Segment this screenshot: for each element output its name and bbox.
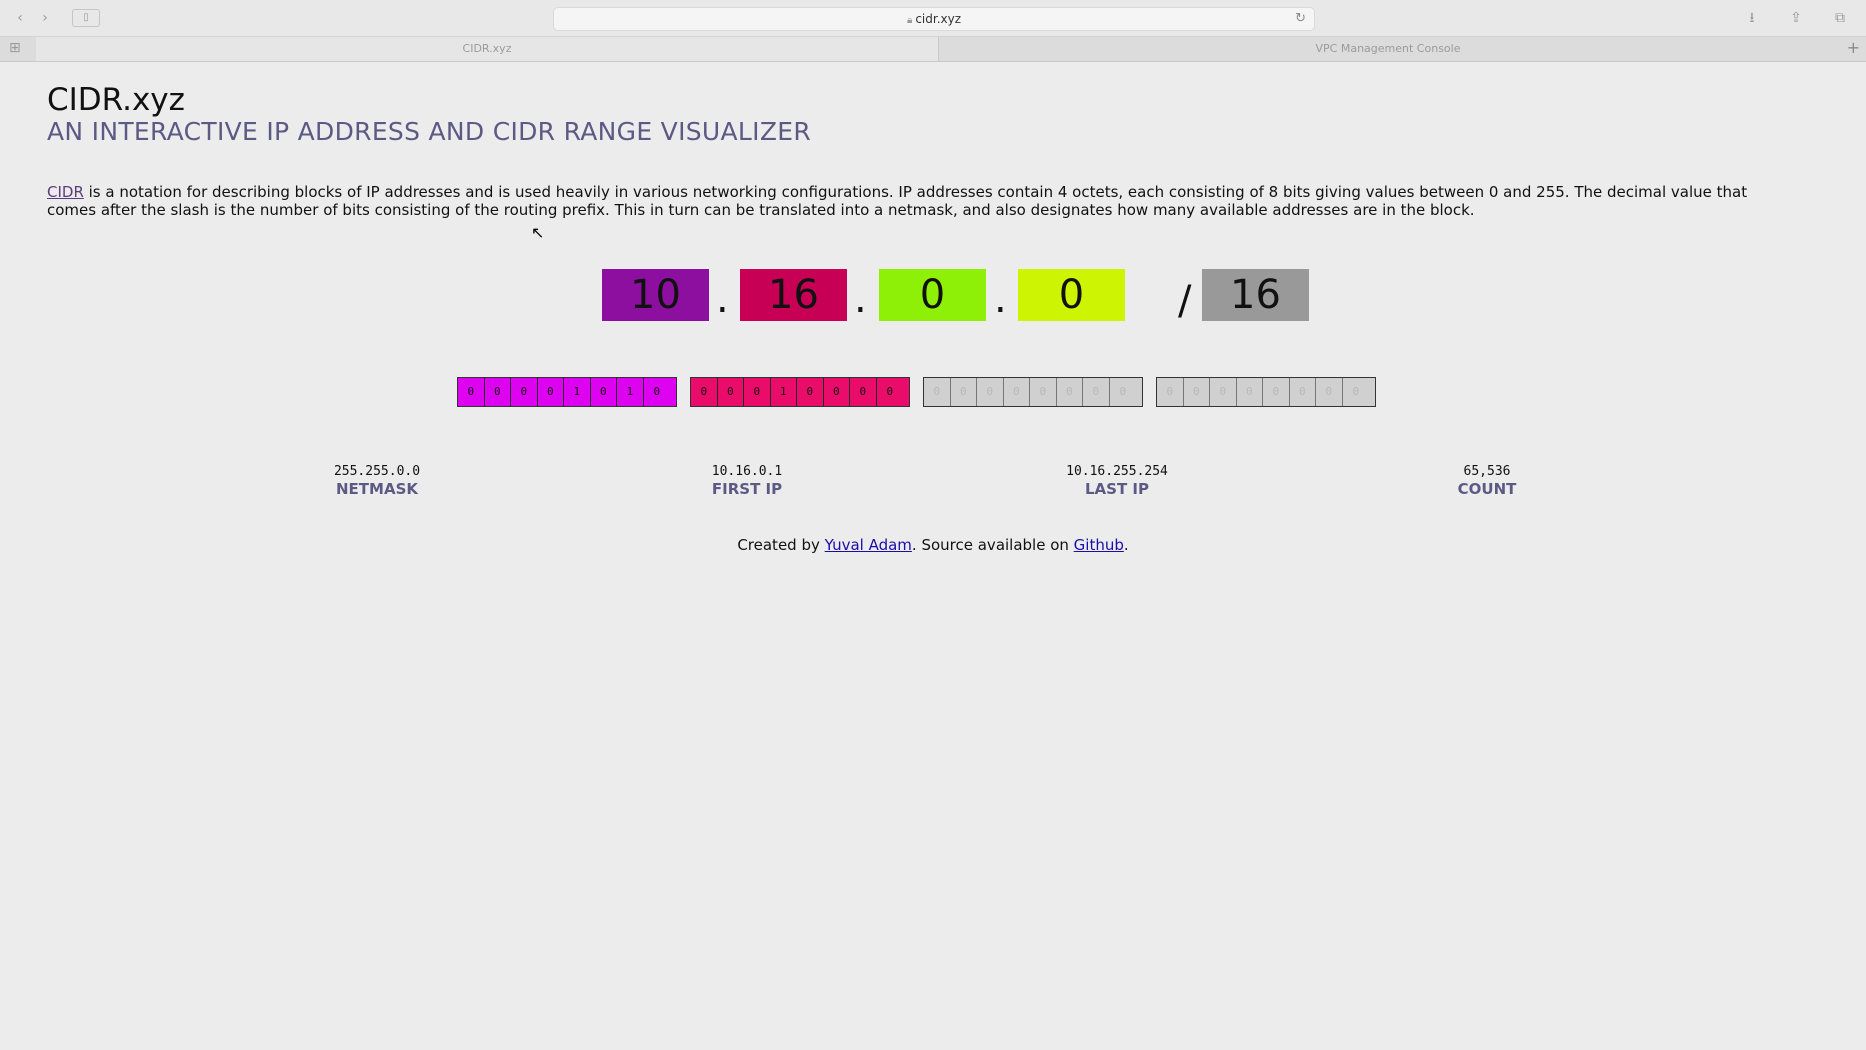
- author-link[interactable]: Yuval Adam: [825, 536, 912, 554]
- share-icon[interactable]: ⇪: [1785, 9, 1807, 27]
- octet-3[interactable]: 0: [879, 269, 986, 321]
- bit-group-octet-1: 00001010: [457, 377, 677, 407]
- bit-cell: 0: [485, 378, 511, 406]
- bit-cell: 0: [653, 385, 661, 398]
- last-ip-value: 10.16.255.254: [1066, 464, 1168, 479]
- tab-bar: ⊞ CIDR.xyz VPC Management Console +: [0, 37, 1866, 62]
- bit-cell: 0: [1210, 378, 1237, 406]
- bit-cell: 0: [977, 378, 1004, 406]
- bit-cell: 0: [1083, 378, 1110, 406]
- bit-cell: 0: [1119, 385, 1127, 398]
- first-ip-value: 10.16.0.1: [711, 464, 783, 479]
- last-ip-label: LAST IP: [1085, 480, 1149, 498]
- lock-icon: 🔒︎: [906, 15, 913, 26]
- bit-cell: 0: [538, 378, 564, 406]
- cidr-link[interactable]: CIDR: [47, 183, 84, 201]
- bit-cell: 1: [564, 378, 591, 406]
- first-ip-label: FIRST IP: [711, 480, 783, 498]
- intro-paragraph: CIDR is a notation for describing blocks…: [47, 183, 1777, 219]
- count-value: 65,536: [1463, 464, 1511, 479]
- back-icon[interactable]: ‹: [9, 9, 31, 27]
- download-icon[interactable]: ⭳: [1741, 9, 1763, 27]
- octet-4[interactable]: 0: [1018, 269, 1125, 321]
- page-title: CIDR.xyz: [47, 82, 185, 118]
- bit-cell: 0: [744, 378, 771, 406]
- bit-cell: 0: [1157, 378, 1184, 406]
- bit-cell: 0: [458, 378, 485, 406]
- bit-cell: 0: [1004, 378, 1030, 406]
- intro-text: is a notation for describing blocks of I…: [47, 183, 1748, 219]
- stat-last-ip: 10.16.255.254 LAST IP: [1017, 464, 1217, 498]
- count-label: COUNT: [1457, 480, 1517, 498]
- new-tab-icon[interactable]: +: [1847, 38, 1860, 57]
- netmask-value: 255.255.0.0: [333, 464, 421, 479]
- bit-cell: 0: [691, 378, 718, 406]
- bit-cell: 0: [1057, 378, 1083, 406]
- tab-label: CIDR.xyz: [462, 42, 512, 55]
- bit-group-octet-2: 00010000: [690, 377, 910, 407]
- bit-cell: 0: [951, 378, 977, 406]
- bit-cell: 1: [617, 378, 644, 406]
- bit-cell: 0: [1030, 378, 1057, 406]
- bit-cell: 0: [511, 378, 538, 406]
- octet-2[interactable]: 16: [740, 269, 847, 321]
- tab-cidr-xyz[interactable]: CIDR.xyz: [36, 37, 939, 61]
- stat-first-ip: 10.16.0.1 FIRST IP: [647, 464, 847, 498]
- bit-cell: 0: [850, 378, 877, 406]
- dot-separator: .: [854, 276, 867, 322]
- url-text: cidr.xyz: [915, 12, 962, 26]
- bit-cell: 0: [718, 378, 744, 406]
- page-subtitle: AN INTERACTIVE IP ADDRESS AND CIDR RANGE…: [47, 117, 812, 146]
- bit-cell: 0: [1290, 378, 1316, 406]
- reload-icon[interactable]: ↻: [1295, 8, 1306, 30]
- bit-cell: 0: [1263, 378, 1290, 406]
- footer-suffix: .: [1123, 536, 1129, 554]
- github-link[interactable]: Github: [1074, 536, 1124, 554]
- stat-netmask: 255.255.0.0 NETMASK: [277, 464, 477, 498]
- bit-cell: 0: [886, 385, 894, 398]
- bit-cell: 0: [1352, 385, 1360, 398]
- dot-separator: .: [994, 276, 1007, 322]
- bit-cell: 0: [1316, 378, 1343, 406]
- footer: Created by Yuval Adam. Source available …: [47, 536, 1819, 554]
- tab-vpc-console[interactable]: VPC Management Console: [938, 37, 1838, 61]
- bit-cell: 0: [1237, 378, 1263, 406]
- mouse-cursor-icon: ↖: [531, 223, 545, 242]
- bit-cell: 1: [771, 378, 797, 406]
- bit-cell: 0: [797, 378, 824, 406]
- bit-cell: 0: [1184, 378, 1210, 406]
- footer-prefix: Created by: [737, 536, 825, 554]
- bit-cell: 0: [824, 378, 850, 406]
- dot-separator: .: [716, 276, 729, 322]
- bit-cell: 0: [924, 378, 951, 406]
- address-bar[interactable]: 🔒︎ cidr.xyz ↻: [553, 7, 1315, 31]
- tab-label: VPC Management Console: [1315, 42, 1461, 55]
- prefix-length[interactable]: 16: [1202, 269, 1309, 321]
- slash-separator: /: [1178, 278, 1192, 324]
- tabs-overview-icon[interactable]: ⧉: [1829, 9, 1851, 27]
- bit-group-octet-4: 00000000: [1156, 377, 1376, 407]
- sidebar-icon[interactable]: ▯: [72, 9, 100, 27]
- footer-middle: . Source available on: [911, 536, 1074, 554]
- netmask-label: NETMASK: [336, 480, 418, 498]
- forward-icon[interactable]: ›: [34, 9, 56, 27]
- tab-sidebar-icon[interactable]: ⊞: [9, 40, 21, 56]
- browser-toolbar: ‹ › ▯ 🔒︎ cidr.xyz ↻ ⭳ ⇪ ⧉: [0, 0, 1866, 37]
- bit-cell: 0: [591, 378, 617, 406]
- octet-1[interactable]: 10: [602, 269, 709, 321]
- stat-count: 65,536 COUNT: [1387, 464, 1587, 498]
- bit-group-octet-3: 00000000: [923, 377, 1143, 407]
